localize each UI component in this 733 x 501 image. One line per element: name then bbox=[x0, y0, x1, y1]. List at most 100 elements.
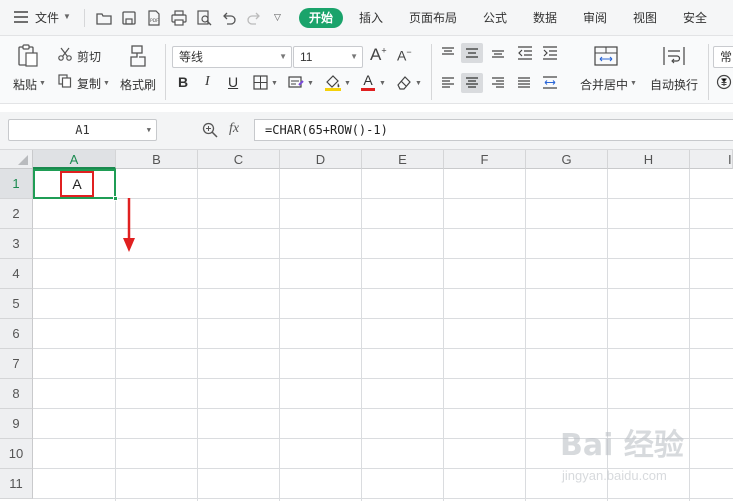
align-bottom-icon[interactable] bbox=[491, 46, 505, 60]
zoom-search-icon[interactable] bbox=[202, 122, 218, 138]
fill-color-icon[interactable] bbox=[324, 73, 342, 91]
wrap-text-button[interactable]: 自动换行 bbox=[650, 76, 698, 93]
column-header-e[interactable]: E bbox=[362, 150, 444, 169]
paste-icon[interactable] bbox=[17, 44, 39, 68]
tab-insert[interactable]: 插入 bbox=[359, 9, 383, 26]
chevron-down-icon[interactable]: ▼ bbox=[344, 80, 351, 87]
tab-review[interactable]: 审阅 bbox=[583, 9, 607, 26]
font-color-label: A bbox=[363, 72, 373, 88]
merge-center-icon[interactable] bbox=[594, 46, 618, 66]
row-header-9[interactable]: 9 bbox=[0, 409, 33, 439]
undo-icon[interactable] bbox=[221, 10, 237, 26]
baidu-jingyan-watermark: Bai 经验 jingyan.baidu.com bbox=[560, 420, 730, 495]
tab-formulas[interactable]: 公式 bbox=[483, 9, 507, 26]
bold-button[interactable]: B bbox=[178, 74, 188, 90]
scissors-icon[interactable] bbox=[58, 47, 72, 61]
redo-icon[interactable] bbox=[246, 10, 262, 26]
underline-button[interactable]: U bbox=[228, 74, 238, 90]
save-icon[interactable] bbox=[121, 10, 137, 26]
hamburger-icon[interactable] bbox=[14, 11, 28, 23]
font-size-select[interactable]: 11 ▼ bbox=[293, 46, 363, 68]
row-header-7[interactable]: 7 bbox=[0, 349, 33, 379]
chevron-down-icon[interactable]: ▼ bbox=[271, 80, 278, 87]
align-left-icon[interactable] bbox=[441, 76, 455, 90]
row-header-5[interactable]: 5 bbox=[0, 289, 33, 319]
grow-font-button[interactable]: A+ bbox=[370, 45, 387, 65]
chevron-down-icon: ▼ bbox=[279, 52, 287, 61]
font-name-value: 等线 bbox=[179, 50, 204, 64]
chevron-down-icon[interactable]: ▼ bbox=[307, 80, 314, 87]
name-box[interactable]: A1 ▼ bbox=[8, 119, 157, 141]
copy-icon[interactable] bbox=[58, 74, 72, 88]
italic-button[interactable]: I bbox=[205, 74, 210, 90]
export-pdf-icon[interactable]: PDF bbox=[146, 10, 162, 26]
align-top-icon[interactable] bbox=[441, 46, 455, 60]
formula-input[interactable]: =CHAR(65+ROW()-1) bbox=[254, 119, 733, 141]
chevron-down-icon[interactable]: ▼ bbox=[39, 80, 46, 87]
fx-icon[interactable]: fx bbox=[229, 121, 239, 137]
justify-icon[interactable] bbox=[517, 76, 531, 90]
format-painter-button[interactable]: 格式刷 bbox=[120, 76, 156, 93]
font-name-select[interactable]: 等线 ▼ bbox=[172, 46, 292, 68]
row-header-1[interactable]: 1 bbox=[0, 169, 33, 199]
customize-toolbar-icon[interactable]: ▽ bbox=[274, 12, 281, 23]
chevron-down-icon[interactable]: ▼ bbox=[415, 80, 422, 87]
currency-icon[interactable] bbox=[716, 74, 732, 90]
align-center-icon[interactable] bbox=[461, 73, 483, 93]
row-header-6[interactable]: 6 bbox=[0, 319, 33, 349]
chevron-down-icon[interactable]: ▼ bbox=[63, 12, 71, 21]
merge-center-button[interactable]: 合并居中 bbox=[580, 76, 628, 93]
row-header-10[interactable]: 10 bbox=[0, 439, 33, 469]
cell-a1-value[interactable]: A bbox=[60, 171, 94, 197]
fill-handle[interactable] bbox=[113, 196, 118, 201]
chevron-down-icon[interactable]: ▼ bbox=[630, 80, 637, 87]
tab-security[interactable]: 安全 bbox=[683, 9, 707, 26]
ribbon-toolbar: 粘贴 ▼ 剪切 复制 ▼ 格式刷 等线 ▼ 11 ▼ A+ A− B I U ▼… bbox=[0, 36, 733, 104]
column-header-d[interactable]: D bbox=[280, 150, 362, 169]
column-header-b[interactable]: B bbox=[116, 150, 198, 169]
column-header-a[interactable]: A bbox=[33, 150, 116, 169]
print-preview-icon[interactable] bbox=[196, 10, 212, 26]
select-all-corner[interactable] bbox=[0, 150, 33, 169]
shrink-font-button[interactable]: A− bbox=[397, 47, 412, 64]
row-header-11[interactable]: 11 bbox=[0, 469, 33, 499]
column-header-c[interactable]: C bbox=[198, 150, 280, 169]
copy-button[interactable]: 复制 bbox=[77, 75, 101, 92]
tab-start[interactable]: 开始 bbox=[299, 8, 343, 28]
number-format-select[interactable]: 常 bbox=[713, 46, 733, 68]
align-middle-icon[interactable] bbox=[461, 43, 483, 63]
spreadsheet-app: 文件 ▼ PDF ▽ 开始 插入 页面布局 公式 数据 审阅 视图 安全 粘贴 … bbox=[0, 0, 733, 501]
chevron-down-icon[interactable]: ▼ bbox=[379, 80, 386, 87]
eraser-icon[interactable] bbox=[396, 75, 412, 90]
row-header-4[interactable]: 4 bbox=[0, 259, 33, 289]
file-menu[interactable]: 文件 bbox=[35, 9, 59, 26]
align-right-icon[interactable] bbox=[491, 76, 505, 90]
increase-indent-icon[interactable] bbox=[542, 46, 558, 60]
column-header-g[interactable]: G bbox=[526, 150, 608, 169]
column-header-h[interactable]: H bbox=[608, 150, 690, 169]
chevron-down-icon: ▼ bbox=[146, 126, 151, 134]
wrap-text-icon[interactable] bbox=[662, 46, 686, 66]
down-arrow-icon bbox=[121, 198, 137, 254]
font-color-button[interactable]: A bbox=[361, 72, 375, 91]
row-header-3[interactable]: 3 bbox=[0, 229, 33, 259]
menu-bar: 文件 ▼ PDF ▽ 开始 插入 页面布局 公式 数据 审阅 视图 安全 bbox=[0, 0, 733, 36]
format-painter-icon[interactable] bbox=[128, 45, 148, 67]
row-header-2[interactable]: 2 bbox=[0, 199, 33, 229]
column-header-f[interactable]: F bbox=[444, 150, 526, 169]
tab-view[interactable]: 视图 bbox=[633, 9, 657, 26]
column-header-i[interactable]: I bbox=[690, 150, 733, 169]
watermark-url: jingyan.baidu.com bbox=[562, 468, 667, 483]
border-icon[interactable] bbox=[253, 75, 268, 90]
decrease-indent-icon[interactable] bbox=[517, 46, 533, 60]
chevron-down-icon[interactable]: ▼ bbox=[103, 80, 110, 87]
cut-button[interactable]: 剪切 bbox=[77, 48, 101, 65]
row-header-8[interactable]: 8 bbox=[0, 379, 33, 409]
tab-page-layout[interactable]: 页面布局 bbox=[409, 9, 457, 26]
distributed-align-icon[interactable] bbox=[542, 75, 558, 90]
cell-style-icon[interactable] bbox=[288, 75, 304, 90]
tab-data[interactable]: 数据 bbox=[533, 9, 557, 26]
open-folder-icon[interactable] bbox=[96, 10, 112, 26]
paste-button[interactable]: 粘贴 bbox=[13, 76, 37, 93]
print-icon[interactable] bbox=[171, 10, 187, 26]
